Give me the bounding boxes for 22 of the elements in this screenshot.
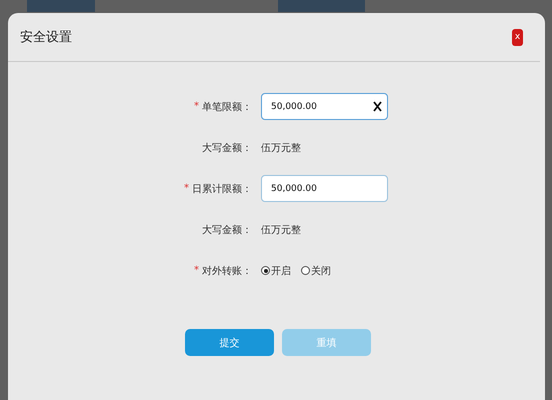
radio-icon[interactable]: [301, 266, 310, 275]
field-label: 大写金额：: [202, 224, 252, 236]
radio-icon[interactable]: [261, 266, 270, 275]
option-label: 开启: [271, 264, 291, 278]
field-label: 日累计限额：: [192, 182, 252, 196]
amount-field[interactable]: 50,000.00: [261, 93, 388, 120]
option-label: 关闭: [311, 264, 331, 278]
required-mark: *: [194, 101, 199, 112]
amount-field[interactable]: 50,000.00: [261, 175, 388, 202]
background-panel: [27, 0, 95, 12]
dialog-title: 安全设置: [20, 29, 72, 46]
radio-option[interactable]: 开启: [261, 264, 291, 278]
clear-icon[interactable]: [373, 101, 382, 112]
amount-in-words: 伍万元整: [261, 224, 302, 236]
required-mark: *: [184, 183, 189, 194]
required-mark: *: [194, 265, 199, 276]
field-label: 大写金额：: [202, 142, 252, 154]
field-label: 单笔限额：: [202, 100, 252, 114]
amount-in-words: 伍万元整: [261, 142, 302, 154]
close-button[interactable]: x: [512, 28, 523, 46]
field-label: 对外转账：: [202, 264, 252, 278]
radio-option[interactable]: 关闭: [301, 264, 331, 278]
